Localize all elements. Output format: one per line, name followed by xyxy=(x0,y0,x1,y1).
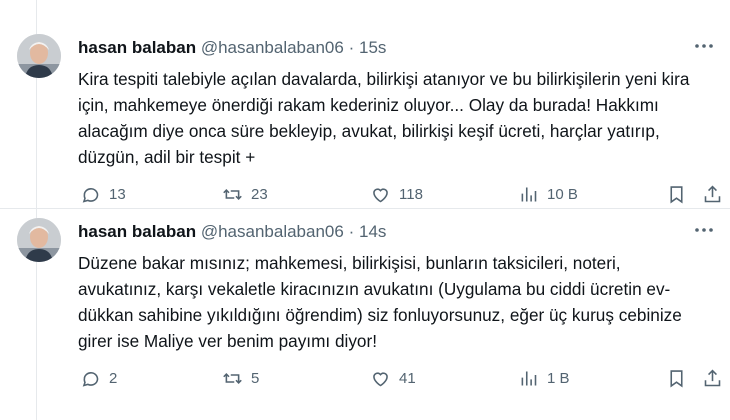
tweet[interactable]: hasan balaban @hasanbalaban06 · 14s Düze… xyxy=(0,216,730,420)
action-bar: 2 5 41 1 B xyxy=(80,366,723,390)
tweet-text-content: Kira tespiti talebiyle açılan davalarda,… xyxy=(78,69,690,167)
tweet-header: hasan balaban @hasanbalaban06 · 14s xyxy=(78,222,386,242)
bar-chart-icon xyxy=(521,371,537,385)
author-name[interactable]: hasan balaban xyxy=(78,222,196,241)
repost-count: 5 xyxy=(251,369,260,387)
like-count: 118 xyxy=(399,185,423,203)
bookmark-icon xyxy=(670,369,683,387)
separator: · xyxy=(348,38,355,57)
avatar[interactable] xyxy=(17,34,61,78)
author-handle[interactable]: @hasanbalaban06 xyxy=(201,222,344,241)
like-count: 41 xyxy=(399,369,416,387)
tweet-text-content: Düzene bakar mısınız; mahkemesi, bilirki… xyxy=(78,253,682,351)
author-name[interactable]: hasan balaban xyxy=(78,38,196,57)
repost-arrows-icon xyxy=(223,188,242,200)
views-button[interactable]: 1 B xyxy=(518,366,570,390)
repost-button[interactable]: 23 xyxy=(222,182,268,206)
share-button[interactable] xyxy=(702,182,723,206)
author-handle[interactable]: @hasanbalaban06 xyxy=(201,38,344,57)
reply-button[interactable]: 13 xyxy=(80,182,126,206)
like-button[interactable]: 41 xyxy=(370,366,416,390)
tweet-divider xyxy=(0,208,730,209)
like-button[interactable]: 118 xyxy=(370,182,423,206)
heart-icon xyxy=(373,187,388,202)
repost-button[interactable]: 5 xyxy=(222,366,259,390)
more-dots-icon[interactable] xyxy=(692,34,716,58)
share-upload-icon xyxy=(704,369,721,386)
views-count: 1 B xyxy=(547,369,570,387)
views-count: 10 B xyxy=(547,185,578,203)
avatar[interactable] xyxy=(17,218,61,262)
reply-count: 13 xyxy=(109,185,126,203)
heart-icon xyxy=(373,371,388,386)
separator: · xyxy=(348,222,355,241)
bar-chart-icon xyxy=(521,187,537,201)
share-upload-icon xyxy=(704,185,721,202)
reply-button[interactable]: 2 xyxy=(80,366,117,390)
tweet-text: Kira tespiti talebiyle açılan davalarda,… xyxy=(78,66,708,170)
tweet[interactable]: hasan balaban @hasanbalaban06 · 15s Kira… xyxy=(0,32,730,208)
repost-arrows-icon xyxy=(223,372,242,384)
speech-bubble-icon xyxy=(82,187,99,203)
action-bar: 13 23 118 10 B xyxy=(80,182,723,206)
timestamp[interactable]: 15s xyxy=(359,38,386,57)
tweet-feed: hasan balaban @hasanbalaban06 · 15s Kira… xyxy=(0,0,730,420)
timestamp[interactable]: 14s xyxy=(359,222,386,241)
bookmark-icon xyxy=(670,185,683,203)
repost-count: 23 xyxy=(251,185,268,203)
speech-bubble-icon xyxy=(82,371,99,387)
more-dots-icon[interactable] xyxy=(692,218,716,242)
bookmark-button[interactable] xyxy=(666,366,687,390)
bookmark-button[interactable] xyxy=(666,182,687,206)
tweet-header: hasan balaban @hasanbalaban06 · 15s xyxy=(78,38,386,58)
tweet-text: Düzene bakar mısınız; mahkemesi, bilirki… xyxy=(78,250,708,354)
reply-count: 2 xyxy=(109,369,118,387)
views-button[interactable]: 10 B xyxy=(518,182,578,206)
share-button[interactable] xyxy=(702,366,723,390)
